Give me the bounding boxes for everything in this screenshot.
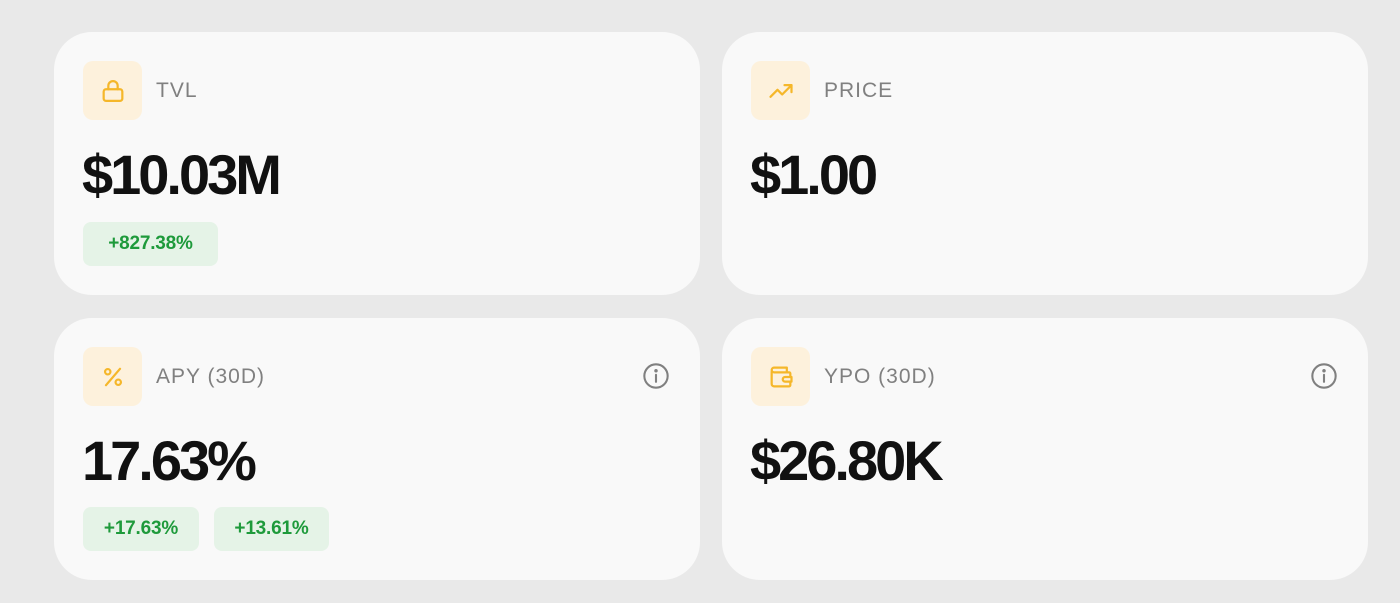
- tvl-change-badge: +827.38%: [83, 222, 218, 266]
- apy-change-badge-2: +13.61%: [214, 507, 329, 551]
- price-label: PRICE: [824, 79, 894, 102]
- price-card: PRICE $1.00: [722, 32, 1368, 295]
- tvl-value: $10.03M: [82, 143, 282, 206]
- percent-icon: [83, 347, 142, 406]
- apy-label: APY (30D): [156, 365, 265, 388]
- lock-icon: [83, 61, 142, 120]
- apy-card: APY (30D) 17.63% +17.63% +13.61%: [54, 318, 700, 580]
- apy-info-icon[interactable]: [642, 362, 670, 390]
- price-value: $1.00: [750, 143, 878, 206]
- apy-value: 17.63%: [82, 429, 257, 492]
- ypo-label: YPO (30D): [824, 365, 936, 388]
- tvl-label: TVL: [156, 79, 198, 102]
- wallet-icon: [751, 347, 810, 406]
- apy-change-badge-1: +17.63%: [83, 507, 199, 551]
- trending-up-icon: [751, 61, 810, 120]
- ypo-info-icon[interactable]: [1310, 362, 1338, 390]
- ypo-value: $26.80K: [750, 429, 944, 492]
- ypo-card: YPO (30D) $26.80K: [722, 318, 1368, 580]
- tvl-card: TVL $10.03M +827.38%: [54, 32, 700, 295]
